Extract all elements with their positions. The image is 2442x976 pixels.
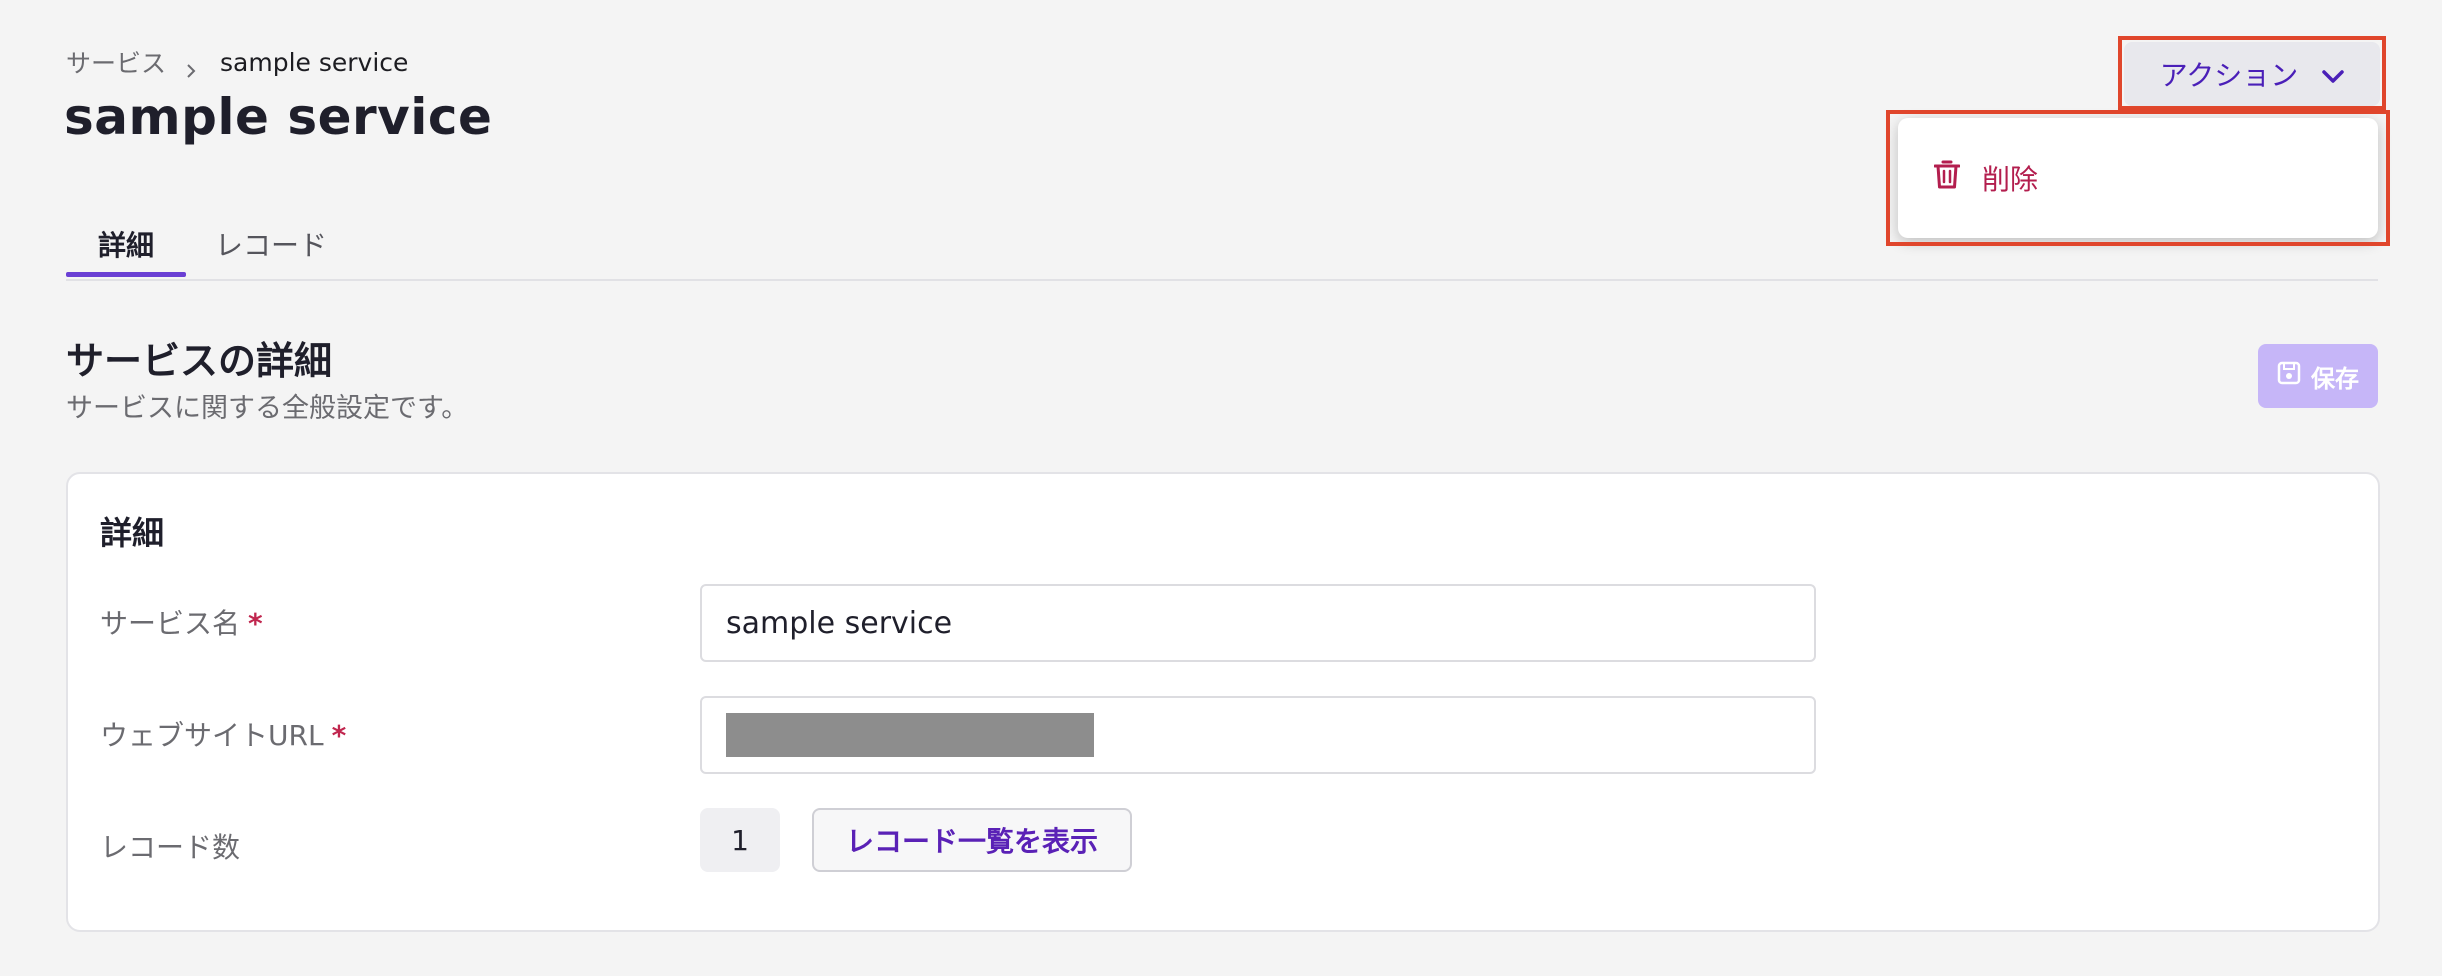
menu-item-delete-label: 削除 (1982, 163, 2039, 196)
service-name-value: sample service (726, 605, 953, 641)
required-mark: * (331, 719, 347, 752)
action-menu-button-label: アクション (2159, 59, 2299, 92)
section-description: サービスに関する全般設定です。 (66, 393, 469, 424)
record-count-label: レコード数 (100, 831, 241, 864)
section-title: サービスの詳細 (66, 339, 333, 383)
record-count-value: 1 (700, 808, 780, 872)
service-name-input[interactable]: sample service (700, 584, 1816, 662)
save-button[interactable]: 保存 (2258, 344, 2378, 408)
website-url-label-text: ウェブサイトURL (100, 719, 324, 752)
tab-records[interactable]: レコード (186, 212, 356, 276)
trash-icon (1933, 160, 1961, 197)
tab-bar: 詳細 レコード (66, 212, 356, 276)
service-name-label-text: サービス名 (100, 607, 241, 640)
breadcrumb: サービス sample service (66, 44, 408, 80)
menu-item-delete[interactable]: 削除 (1933, 148, 2039, 208)
save-icon (2277, 361, 2301, 391)
active-tab-indicator (66, 272, 186, 277)
redacted-url-value (726, 713, 1094, 757)
chevron-right-icon (184, 55, 198, 78)
save-button-label: 保存 (2311, 364, 2359, 393)
tabs-divider (66, 279, 2378, 281)
website-url-label: ウェブサイトURL * (100, 714, 346, 754)
required-mark: * (248, 607, 263, 640)
service-name-label: サービス名 * (100, 602, 263, 642)
chevron-down-icon (2322, 58, 2345, 91)
breadcrumb-current: sample service (220, 47, 409, 77)
tab-details[interactable]: 詳細 (66, 212, 186, 276)
page-title: sample service (64, 88, 493, 146)
breadcrumb-parent-link[interactable]: サービス (66, 44, 166, 80)
action-menu-button[interactable]: アクション (2124, 42, 2380, 106)
website-url-input[interactable] (700, 696, 1816, 774)
card-title: 詳細 (100, 514, 165, 552)
view-records-button[interactable]: レコード一覧を表示 (812, 808, 1132, 872)
